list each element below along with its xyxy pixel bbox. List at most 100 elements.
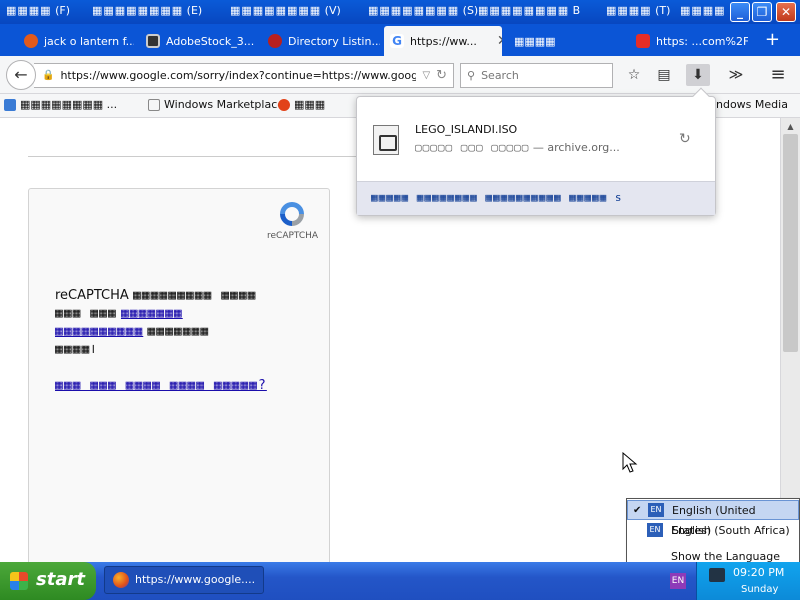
system-tray: 09:20 PM Sunday (696, 562, 800, 600)
search-bookmark-icon (4, 98, 16, 111)
tab-adobe-stock[interactable]: AdobeStock_3... (140, 26, 256, 56)
search-placeholder: Search (481, 69, 519, 82)
menu-view[interactable]: ▦▦▦▦▦▦▦▦ (V) (230, 3, 341, 19)
status-text: ▢▢▢▢▢ ▢▢▢ ▢▢▢▢▢ (415, 141, 530, 154)
windows-flag-icon (10, 572, 28, 590)
adobe-stock-icon (146, 34, 160, 48)
day-label: Sunday (741, 584, 779, 595)
tab-untitled[interactable]: ▦▦▦▦ (508, 26, 626, 56)
start-label: start (36, 569, 85, 590)
tab-label: Directory Listin... (288, 34, 380, 48)
captcha-prefix: reCAPTCHA (55, 288, 129, 303)
language-indicator[interactable]: EN (670, 573, 686, 589)
google-icon: G (390, 34, 404, 48)
language-badge: EN (648, 503, 664, 517)
new-tab-button[interactable]: + (765, 28, 780, 52)
downloads-footer[interactable]: ▦▦▦▦▦ ▦▦▦▦▦▦▦▦ ▦▦▦▦▦▦▦▦▦▦ ▦▦▦▦▦ s (357, 181, 715, 215)
recaptcha-label: reCAPTCHA (267, 231, 319, 241)
tab-label: jack o lantern f... (44, 34, 134, 48)
menu-help[interactable]: ▦▦▦▦ (680, 3, 726, 19)
captcha-help-link[interactable]: ▦▦▦ ▦▦▦ ▦▦▦▦ ▦▦▦▦ ▦▦▦▦▦? (55, 377, 309, 394)
page-icon (148, 98, 160, 111)
status-source: — archive.org... (532, 141, 620, 154)
close-tab-icon[interactable]: ✕ (497, 33, 502, 49)
captcha-link[interactable]: ▦▦▦▦▦▦▦▦▦▦ (55, 324, 143, 339)
captcha-text-line: ▦▦▦▦▦▦▦ (147, 324, 210, 339)
tab-label: https://ww... (410, 34, 477, 48)
downloads-panel: LEGO_ISLANDI.ISO ▢▢▢▢▢ ▢▢▢ ▢▢▢▢▢ — archi… (356, 87, 716, 216)
address-bar[interactable]: 🔒 https://www.google.com/sorry/index?con… (34, 63, 454, 88)
mouse-cursor-icon (622, 452, 638, 473)
captcha-text-line: ▦▦▦ ▦▦▦ (55, 306, 117, 321)
taskbar: start https://www.google.... EN 09:20 PM… (0, 562, 800, 600)
bookmark-label: Windows Marketplace (164, 98, 285, 111)
bookmark-label: ndows Media (716, 98, 788, 111)
bookmark-windows-marketplace[interactable]: Windows Marketplace (148, 98, 284, 111)
menu-bookmarks[interactable]: ▦▦▦▦▦▦▦▦ B (478, 3, 580, 19)
tab-label: ▦▦▦▦ (514, 34, 556, 48)
reload-icon[interactable]: ↻ (436, 68, 447, 83)
taskbar-firefox-window[interactable]: https://www.google.... (104, 566, 264, 594)
bookmark-search-tools[interactable]: ▦▦▦▦▦▦▦▦ ... (4, 98, 117, 111)
lock-icon[interactable]: 🔒 (42, 70, 54, 81)
download-filename[interactable]: LEGO_ISLANDI.ISO (415, 123, 517, 136)
language-item-en-za[interactable]: EN English (South Africa) (627, 521, 799, 541)
captcha-link[interactable]: ▦▦▦▦▦▦▦ (121, 306, 183, 321)
scroll-up-icon[interactable]: ▲ (783, 120, 798, 134)
task-label: https://www.google.... (135, 573, 256, 586)
reader-view-icon[interactable]: ▤ (652, 64, 676, 86)
menu-file[interactable]: ▦▦▦▦ (F) (6, 3, 70, 19)
captcha-text-line: ▦▦▦▦▦▦▦▦▦ ▦▦▦▦ (132, 288, 257, 303)
bookmark-windows-media[interactable]: ndows Media (716, 98, 788, 111)
url-text[interactable]: https://www.google.com/sorry/index?conti… (60, 69, 416, 82)
tab-google-active[interactable]: G https://ww... ✕ (384, 26, 502, 56)
tray-app-icon[interactable] (709, 568, 725, 582)
restore-button[interactable]: ❐ (752, 2, 772, 22)
directory-icon (268, 34, 282, 48)
close-window-button[interactable]: ✕ (776, 2, 796, 22)
menu-bar: ▦▦▦▦ (F) ▦▦▦▦▦▦▦▦ (E) ▦▦▦▦▦▦▦▦ (V) ▦▦▦▦▦… (0, 0, 800, 24)
language-badge: EN (647, 523, 663, 537)
back-button[interactable]: ← (6, 60, 36, 90)
help-link-text[interactable]: ▦▦▦ ▦▦▦ ▦▦▦▦ ▦▦▦▦ ▦▦▦▦▦? (55, 378, 267, 393)
show-all-downloads-link[interactable]: ▦▦▦▦▦ ▦▦▦▦▦▦▦▦ ▦▦▦▦▦▦▦▦▦▦ ▦▦▦▦▦ s (371, 191, 623, 204)
url-dropdown-icon[interactable]: ▽ (422, 70, 430, 81)
youtube-icon (636, 34, 650, 48)
minimize-button[interactable]: _ (730, 2, 750, 22)
tab-label: AdobeStock_3... (166, 34, 255, 48)
menu-tools[interactable]: ▦▦▦▦ (T) (606, 3, 670, 19)
language-label: English (South Africa) (671, 524, 790, 537)
tab-label: https: ...com%2F (656, 34, 748, 48)
scroll-thumb[interactable] (783, 134, 798, 352)
tab-bar: jack o lantern f... AdobeStock_3... Dire… (0, 24, 800, 56)
bookmark-opera[interactable]: ▦▦▦ (278, 98, 325, 111)
recaptcha-box: reCAPTCHA reCAPTCHA ▦▦▦▦▦▦▦▦▦ ▦▦▦▦ ▦▦▦ ▦… (28, 188, 330, 562)
menu-edit[interactable]: ▦▦▦▦▦▦▦▦ (E) (92, 3, 202, 19)
retry-icon[interactable]: ↻ (679, 131, 691, 147)
vertical-scrollbar[interactable]: ▲ (780, 118, 800, 562)
language-item-en-us[interactable]: ✔ EN English (United States) (627, 500, 799, 537)
tab-jack-o-lantern[interactable]: jack o lantern f... (18, 26, 134, 56)
downloads-button[interactable]: ⬇ (686, 64, 710, 86)
tor-icon (24, 34, 38, 48)
tab-youtube[interactable]: https: ...com%2F (630, 26, 748, 56)
bookmark-label: ▦▦▦ (294, 98, 326, 111)
tab-directory-listing[interactable]: Directory Listin... (262, 26, 380, 56)
recaptcha-logo-icon (280, 202, 304, 226)
clock[interactable]: 09:20 PM (733, 566, 784, 579)
bookmark-label: ▦▦▦▦▦▦▦▦ ... (20, 98, 118, 111)
start-button[interactable]: start (0, 562, 96, 600)
captcha-message: reCAPTCHA ▦▦▦▦▦▦▦▦▦ ▦▦▦▦ ▦▦▦ ▦▦▦ ▦▦▦▦▦▦▦… (55, 287, 309, 359)
language-menu: ✔ EN English (United States) EN English … (626, 498, 800, 583)
opera-icon (278, 98, 290, 111)
check-icon: ✔ (633, 505, 642, 516)
search-field[interactable]: ⚲ Search (460, 63, 613, 88)
menu-history[interactable]: ▦▦▦▦▦▦▦▦ (S) (368, 3, 478, 19)
file-icon (373, 125, 399, 155)
bookmark-star-icon[interactable]: ☆ (622, 64, 646, 86)
hamburger-menu-icon[interactable]: ≡ (766, 64, 790, 86)
firefox-icon (113, 572, 129, 588)
overflow-menu-icon[interactable]: ≫ (724, 64, 748, 86)
download-status: ▢▢▢▢▢ ▢▢▢ ▢▢▢▢▢ — archive.org... (415, 141, 620, 154)
navigation-toolbar: 🔒 https://www.google.com/sorry/index?con… (0, 56, 800, 94)
